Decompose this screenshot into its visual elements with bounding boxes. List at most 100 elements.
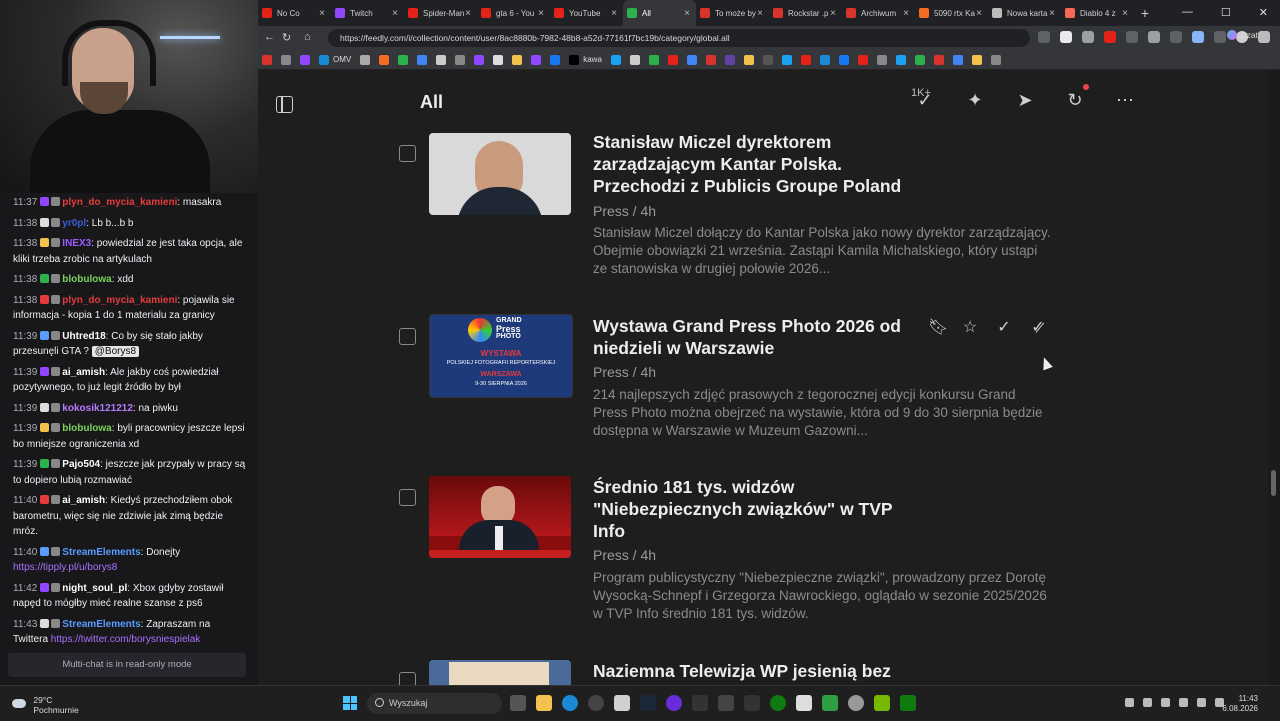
chat-username[interactable]: blobulowa <box>62 274 111 285</box>
mark-all-read-button[interactable]: 1K+ ✓ <box>911 87 937 112</box>
close-icon[interactable]: ✕ <box>1259 6 1268 19</box>
mark-read-icon[interactable]: ✓ <box>996 320 1012 336</box>
tab-close-icon[interactable]: × <box>319 8 325 19</box>
bookmark-favicon-icon[interactable] <box>648 54 659 65</box>
app-icon[interactable] <box>744 695 760 711</box>
bookmark-favicon-icon[interactable] <box>455 54 466 65</box>
bookmark-favicon-icon[interactable] <box>990 54 1001 65</box>
bookmark-favicon-icon[interactable] <box>857 54 868 65</box>
browser-tab[interactable]: To może by × <box>696 0 769 26</box>
bookmark-favicon-icon[interactable] <box>550 54 561 65</box>
chat-username[interactable]: ai_amish <box>62 367 105 378</box>
article-title[interactable]: Naziemna Telewizja WP jesienią bez <box>593 660 993 682</box>
browser-tab[interactable]: gta 6 - You × <box>477 0 550 26</box>
file-explorer-icon[interactable] <box>536 695 552 711</box>
article-title[interactable]: Wystawa Grand Press Photo 2026 od niedzi… <box>593 315 903 359</box>
app-icon[interactable] <box>822 695 838 711</box>
browser-tab[interactable]: Diablo 4 z × <box>1061 0 1134 26</box>
bookmark-favicon-icon[interactable] <box>952 54 963 65</box>
start-button[interactable] <box>343 696 357 710</box>
bookmark-favicon-icon[interactable] <box>474 54 485 65</box>
bookmark-favicon-icon[interactable] <box>360 54 371 65</box>
chat-username[interactable]: Uhtred18 <box>62 331 105 342</box>
tab-close-icon[interactable]: × <box>903 8 909 19</box>
tab-close-icon[interactable]: × <box>1049 8 1055 19</box>
bookmark-favicon-icon[interactable] <box>667 54 678 65</box>
article-title[interactable]: Stanisław Miczel dyrektorem zarządzający… <box>593 131 903 197</box>
terminal-icon[interactable] <box>718 695 734 711</box>
steam-icon[interactable] <box>640 695 656 711</box>
share-button[interactable]: ➤ <box>1013 88 1037 112</box>
app-icon[interactable] <box>796 695 812 711</box>
bookmark-label[interactable]: kawa <box>583 55 602 64</box>
bookmark-favicon-icon[interactable] <box>629 54 640 65</box>
bookmark-favicon-icon[interactable] <box>800 54 811 65</box>
read-later-icon[interactable]: 🔖︎ <box>928 320 948 336</box>
edge-icon[interactable] <box>562 695 578 711</box>
app-icon[interactable] <box>848 695 864 711</box>
home-icon[interactable]: ⌂ <box>304 31 311 43</box>
bookmark-favicon-icon[interactable] <box>895 54 906 65</box>
chat-link[interactable]: https://twitter.com/borysniespielak <box>51 634 201 645</box>
bookmark-favicon-icon[interactable] <box>300 54 310 65</box>
clock[interactable]: 11:43 6.08.2026 <box>1216 694 1258 714</box>
chat-username[interactable]: ai_amish <box>62 495 105 506</box>
bookmark-favicon-icon[interactable] <box>914 54 925 65</box>
bookmark-favicon-icon[interactable] <box>319 54 329 65</box>
back-icon[interactable]: ← <box>264 31 275 43</box>
app-icon[interactable] <box>614 695 630 711</box>
bookmark-favicon-icon[interactable] <box>493 54 504 65</box>
tab-close-icon[interactable]: × <box>684 8 690 19</box>
chat-username[interactable]: plyn_do_mycia_kamieni <box>62 197 177 208</box>
tab-close-icon[interactable]: × <box>392 8 398 19</box>
chat-username[interactable]: INEX3 <box>62 238 91 249</box>
task-view-icon[interactable] <box>510 695 526 711</box>
article-checkbox[interactable] <box>399 145 416 162</box>
extension-icon[interactable] <box>1082 31 1094 43</box>
chat-username[interactable]: StreamElements <box>62 547 140 558</box>
taskbar-search[interactable]: Wyszukaj <box>367 693 502 714</box>
bookmark-favicon-icon[interactable] <box>762 54 773 65</box>
browser-tab[interactable]: Spider-Man × <box>404 0 477 26</box>
article-thumbnail[interactable] <box>429 476 571 558</box>
browser-tab[interactable]: Twitch × <box>331 0 404 26</box>
bookmark-favicon-icon[interactable] <box>781 54 792 65</box>
article-checkbox[interactable] <box>399 489 416 506</box>
bookmark-favicon-icon[interactable] <box>819 54 830 65</box>
bookmark-favicon-icon[interactable] <box>379 54 390 65</box>
scrollbar-thumb[interactable] <box>1271 470 1276 496</box>
xbox-icon[interactable] <box>900 695 916 711</box>
more-options-button[interactable]: ⋯ <box>1113 88 1137 112</box>
puzzle-icon[interactable] <box>1170 31 1182 43</box>
tab-close-icon[interactable]: × <box>1122 8 1128 19</box>
tab-close-icon[interactable]: × <box>611 8 617 19</box>
article-checkbox[interactable] <box>399 672 416 685</box>
chat-username[interactable]: StreamElements <box>62 619 140 630</box>
youtube-extension-icon[interactable] <box>1104 31 1116 43</box>
browser-tab[interactable]: Nowa karta × <box>988 0 1061 26</box>
tab-close-icon[interactable]: × <box>976 8 982 19</box>
browser-tab[interactable]: 5090 rtx Ka × <box>915 0 988 26</box>
chat-mention[interactable]: @Borys8 <box>91 346 140 357</box>
bookmark-favicon-icon[interactable] <box>436 54 447 65</box>
url-field[interactable]: https://feedly.com/i/collection/content/… <box>328 29 1030 47</box>
bookmark-favicon-icon[interactable] <box>933 54 944 65</box>
weather-widget[interactable]: 29°C Pochmurnie <box>12 695 79 715</box>
system-tray[interactable] <box>1125 698 1224 707</box>
chat-username[interactable]: blobulowa <box>62 423 111 434</box>
ai-sparkle-button[interactable]: ✦ <box>963 88 987 112</box>
copilot-chat-button[interactable]: Czat <box>1226 30 1258 40</box>
bookmark-label[interactable]: OMV <box>333 55 351 64</box>
bookmark-favicon-icon[interactable] <box>686 54 697 65</box>
bookmark-favicon-icon[interactable] <box>417 54 428 65</box>
tab-close-icon[interactable]: × <box>757 8 763 19</box>
menu-icon[interactable] <box>1258 31 1270 43</box>
chat-username[interactable]: night_soul_pl <box>62 583 127 594</box>
bookmark-star-icon[interactable] <box>1060 31 1072 43</box>
refresh-extension-icon[interactable] <box>1148 31 1160 43</box>
favorites-icon[interactable] <box>1192 31 1204 43</box>
extension-icon[interactable] <box>1126 31 1138 43</box>
bookmark-favicon-icon[interactable] <box>838 54 849 65</box>
app-icon[interactable] <box>666 695 682 711</box>
bookmark-favicon-icon[interactable] <box>262 54 272 65</box>
